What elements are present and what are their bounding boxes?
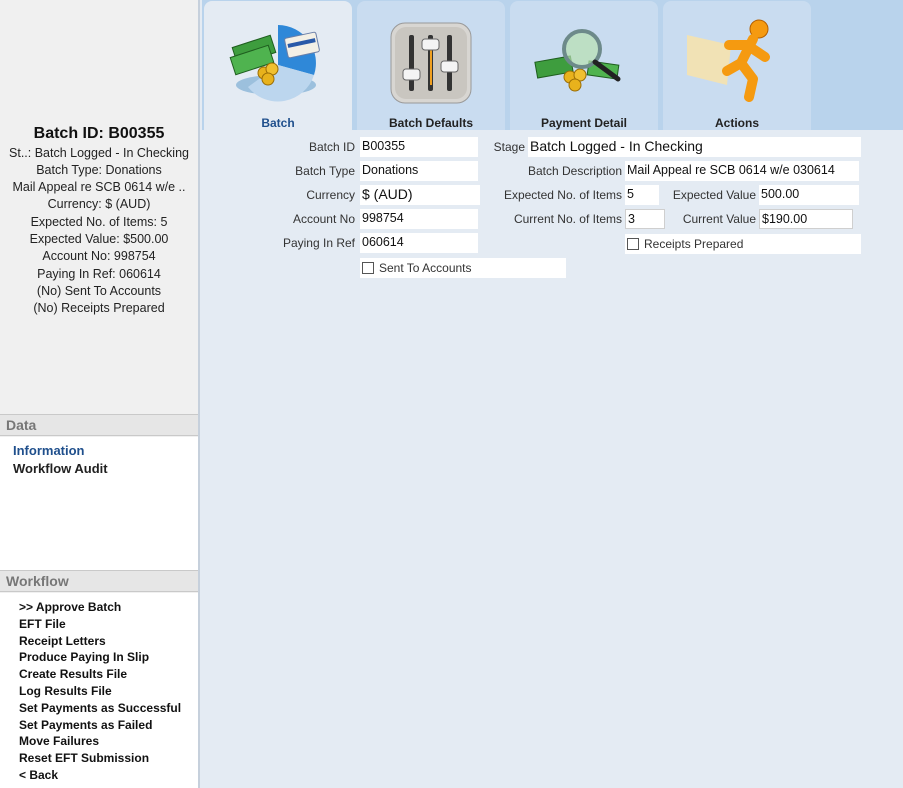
workflow-section: >> Approve Batch EFT File Receipt Letter… — [0, 593, 198, 788]
tab-actions[interactable]: Actions — [663, 1, 811, 130]
wf-approve-batch[interactable]: >> Approve Batch — [19, 600, 121, 614]
tab-actions-label: Actions — [714, 116, 759, 130]
expected-items-field[interactable]: 5 — [625, 185, 659, 205]
sliders-icon — [390, 22, 472, 104]
summary-receipts-prepared: (No) Receipts Prepared — [33, 301, 165, 315]
sent-to-accounts-row: Sent To Accounts — [360, 258, 566, 278]
current-items-field[interactable]: 3 — [625, 209, 665, 229]
tab-batch-defaults-label: Batch Defaults — [388, 116, 474, 130]
nav-information[interactable]: Information — [13, 443, 85, 458]
paying-in-ref-label: Paying In Ref — [282, 236, 355, 250]
expected-items-label: Expected No. of Items — [503, 188, 622, 202]
summary-expected-value: Expected Value: $500.00 — [29, 232, 169, 246]
wf-set-payments-successful[interactable]: Set Payments as Successful — [19, 701, 181, 715]
current-items-label: Current No. of Items — [513, 212, 622, 226]
tab-batch-defaults[interactable]: Batch Defaults — [357, 1, 505, 130]
batch-description-label: Batch Description — [527, 164, 622, 178]
batch-summary-panel: Batch ID: B00355 St..: Batch Logged - In… — [0, 0, 198, 414]
magnifier-money-icon — [534, 29, 621, 92]
sent-to-accounts-checkbox[interactable] — [362, 262, 374, 274]
data-section-heading: Data — [0, 414, 198, 436]
wf-set-payments-failed[interactable]: Set Payments as Failed — [19, 718, 152, 732]
tab-payment-detail-label: Payment Detail — [540, 116, 628, 130]
receipts-prepared-checkbox[interactable] — [627, 238, 639, 250]
summary-currency: Currency: $ (AUD) — [47, 197, 151, 211]
receipts-prepared-label: Receipts Prepared — [644, 237, 744, 251]
expected-value-label: Expected Value — [672, 188, 756, 202]
currency-label: Currency — [306, 188, 355, 202]
tab-bar: Batch Batch Defaults Payment Detail Acti… — [202, 0, 903, 130]
receipts-prepared-row: Receipts Prepared — [625, 234, 861, 254]
summary-description: Mail Appeal re SCB 0614 w/e .. — [12, 180, 186, 194]
wf-reset-eft-submission[interactable]: Reset EFT Submission — [19, 751, 149, 765]
tab-payment-detail[interactable]: Payment Detail — [510, 1, 658, 130]
expected-value-field[interactable]: 500.00 — [759, 185, 859, 205]
data-section: Information Workflow Audit — [0, 437, 198, 570]
summary-paying-in-ref: Paying In Ref: 060614 — [37, 267, 161, 281]
wf-receipt-letters[interactable]: Receipt Letters — [19, 634, 106, 648]
batch-summary-title: Batch ID: B00355 — [33, 125, 165, 142]
wf-eft-file[interactable]: EFT File — [19, 617, 66, 631]
paying-in-ref-field[interactable]: 060614 — [360, 233, 478, 253]
wf-log-results-file[interactable]: Log Results File — [19, 684, 112, 698]
batch-form: Batch ID B00355 Batch Type Donations Cur… — [202, 130, 903, 788]
tab-batch-label: Batch — [261, 116, 295, 130]
sidebar: Batch ID: B00355 St..: Batch Logged - In… — [0, 0, 200, 788]
sent-to-accounts-label: Sent To Accounts — [379, 261, 472, 275]
current-value-field[interactable]: $190.00 — [759, 209, 853, 229]
batch-type-label: Batch Type — [295, 164, 355, 178]
summary-account-no: Account No: 998754 — [42, 249, 156, 263]
wf-move-failures[interactable]: Move Failures — [19, 734, 99, 748]
wf-create-results-file[interactable]: Create Results File — [19, 667, 127, 681]
workflow-section-heading: Workflow — [0, 570, 198, 592]
summary-sent-to-accounts: (No) Sent To Accounts — [36, 284, 162, 298]
summary-stage: St..: Batch Logged - In Checking — [9, 146, 189, 160]
running-man-icon — [687, 19, 770, 102]
stage-label: Stage — [493, 140, 525, 154]
account-no-label: Account No — [292, 212, 355, 226]
stage-select[interactable]: Batch Logged - In Checking — [528, 137, 861, 157]
wf-produce-paying-in-slip[interactable]: Produce Paying In Slip — [19, 650, 149, 664]
current-value-label: Current Value — [682, 212, 756, 226]
batch-description-field[interactable]: Mail Appeal re SCB 0614 w/e 030614 — [625, 161, 859, 181]
money-chart-icon — [229, 25, 320, 102]
summary-batch-type: Batch Type: Donations — [36, 163, 162, 177]
batch-id-label: Batch ID — [308, 140, 355, 154]
nav-workflow-audit[interactable]: Workflow Audit — [13, 461, 108, 476]
wf-back-link[interactable]: < Back — [19, 768, 58, 782]
tab-batch[interactable]: Batch — [204, 1, 352, 130]
summary-expected-items: Expected No. of Items: 5 — [30, 215, 168, 229]
